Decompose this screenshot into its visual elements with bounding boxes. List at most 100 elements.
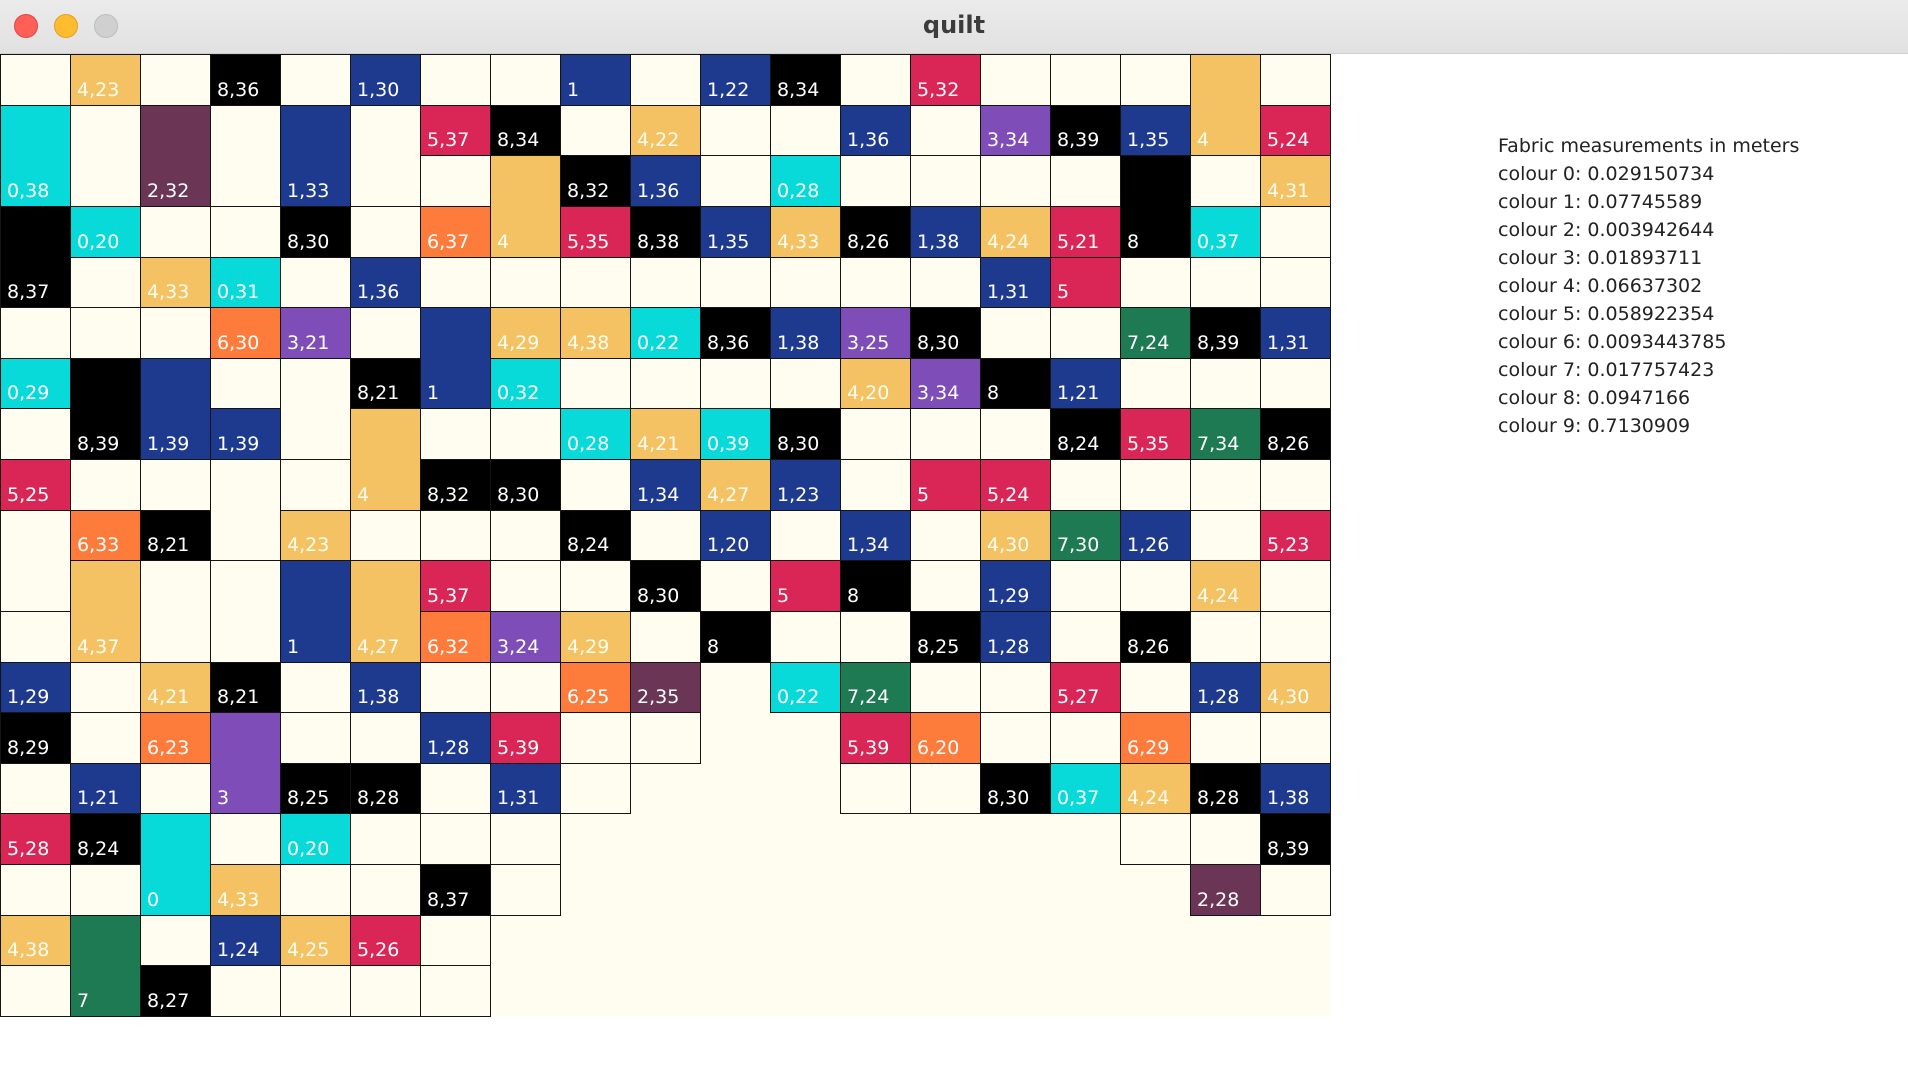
- patch-label: 1,35: [1127, 129, 1170, 151]
- quilt-patch: 4,33: [210, 864, 281, 916]
- quilt-patch: [490, 257, 561, 308]
- quilt-patch: [840, 408, 911, 460]
- quilt-patch: 8,39: [1260, 813, 1331, 865]
- quilt-patch: 1: [420, 307, 491, 409]
- quilt-patch: 4,33: [140, 257, 211, 308]
- quilt-patch: 8: [700, 611, 771, 663]
- title-bar: quilt: [0, 0, 1908, 54]
- patch-label: 0,37: [1057, 787, 1100, 809]
- quilt-patch: 8,21: [350, 358, 421, 409]
- patch-label: 4,37: [77, 636, 120, 658]
- quilt-patch: [350, 712, 421, 764]
- patch-label: 8,34: [497, 129, 540, 151]
- quilt-patch: 1,28: [980, 611, 1051, 663]
- quilt-patch: 8,39: [70, 358, 141, 460]
- quilt-patch: 8,24: [70, 813, 141, 865]
- patch-label: 1,28: [427, 737, 470, 759]
- quilt-patch: [840, 257, 911, 308]
- patch-label: 7,30: [1057, 534, 1100, 556]
- quilt-patch: 1,21: [70, 763, 141, 814]
- quilt-patch: 5,37: [420, 105, 491, 156]
- quilt-patch: [140, 307, 211, 359]
- quilt-patch: 8,24: [560, 510, 631, 561]
- quilt-patch: [350, 307, 421, 359]
- quilt-patch: [210, 813, 281, 865]
- quilt-patch: [910, 560, 981, 612]
- quilt-patch: [70, 459, 141, 511]
- patch-label: 5: [777, 585, 790, 607]
- quilt-patch: 8,29: [0, 712, 71, 764]
- patch-label: 1,29: [987, 585, 1030, 607]
- quilt-patch: 4,22: [630, 105, 701, 156]
- quilt-patch: 8,28: [1190, 763, 1261, 814]
- patch-label: 1,26: [1127, 534, 1170, 556]
- patch-label: 4,21: [147, 686, 190, 708]
- quilt-patch: 8: [840, 560, 911, 612]
- quilt-patch: [630, 510, 701, 561]
- quilt-patch: 6,23: [140, 712, 211, 764]
- quilt-patch: 1,31: [980, 257, 1051, 308]
- quilt-patch: 8,39: [1190, 307, 1261, 359]
- patch-label: 8: [987, 382, 1000, 404]
- quilt-patch: 8,28: [350, 763, 421, 814]
- quilt-patch: 6,32: [420, 611, 491, 663]
- quilt-patch: [770, 257, 841, 308]
- quilt-patch: 1,38: [910, 206, 981, 258]
- quilt-patch: [1260, 560, 1331, 612]
- quilt-patch: 4,23: [280, 510, 351, 561]
- quilt-patch: [1190, 712, 1261, 764]
- patch-label: 8,25: [287, 787, 330, 809]
- patch-label: 0,20: [287, 838, 330, 860]
- quilt-patch: 8,30: [910, 307, 981, 359]
- quilt-patch: 0,39: [700, 408, 771, 460]
- quilt-patch: 8,38: [630, 206, 701, 258]
- quilt-patch: 1,28: [1190, 662, 1261, 713]
- patch-label: 1,28: [987, 636, 1030, 658]
- quilt-patch: 0,32: [490, 358, 561, 409]
- quilt-patch: 5,35: [1120, 408, 1191, 460]
- patch-label: 8: [1127, 231, 1140, 253]
- patch-label: 8,28: [1197, 787, 1240, 809]
- quilt-patch: 8,34: [490, 105, 561, 156]
- quilt-patch: [1260, 712, 1331, 764]
- quilt-patch: 1,28: [420, 712, 491, 764]
- quilt-patch: 1,26: [1120, 510, 1191, 561]
- patch-label: 4,24: [1197, 585, 1240, 607]
- patch-label: 5,21: [1057, 231, 1100, 253]
- patch-label: 1,31: [497, 787, 540, 809]
- patch-label: 3,24: [497, 636, 540, 658]
- quilt-patch: 4,30: [1260, 662, 1331, 713]
- quilt-patch: [630, 257, 701, 308]
- quilt-patch: [1190, 358, 1261, 409]
- patch-label: 8,38: [637, 231, 680, 253]
- patch-label: 5,24: [987, 484, 1030, 506]
- quilt-patch: [420, 763, 491, 814]
- quilt-patch: 1,39: [210, 408, 281, 460]
- quilt-patch: 4,33: [770, 206, 841, 258]
- quilt-patch: [280, 864, 351, 916]
- quilt-patch: [840, 459, 911, 511]
- quilt-patch: [1260, 358, 1331, 409]
- quilt-patch: 5,27: [1050, 662, 1121, 713]
- quilt-patch: 0,29: [0, 358, 71, 409]
- patch-label: 6,30: [217, 332, 260, 354]
- quilt-patch: [1190, 510, 1261, 561]
- quilt-patch: [700, 105, 771, 156]
- quilt-patch: 1,29: [980, 560, 1051, 612]
- quilt-patch: 8,30: [980, 763, 1051, 814]
- quilt-patch: 1: [280, 560, 351, 663]
- quilt-patch: 4,20: [840, 358, 911, 409]
- patch-label: 8,26: [1267, 433, 1310, 455]
- quilt-patch: 5,24: [980, 459, 1051, 511]
- patch-label: 8,30: [497, 484, 540, 506]
- quilt-patch: 1,29: [0, 662, 71, 713]
- quilt-patch: 8,30: [630, 560, 701, 612]
- quilt-patch: [490, 54, 561, 106]
- patch-label: 4,23: [77, 79, 120, 101]
- quilt-patch: [490, 510, 561, 561]
- quilt-patch: 2,32: [140, 105, 211, 207]
- quilt-patch: 2,35: [630, 662, 701, 713]
- quilt-patch: [490, 662, 561, 713]
- patch-label: 4,23: [287, 534, 330, 556]
- patch-label: 4: [1197, 129, 1210, 151]
